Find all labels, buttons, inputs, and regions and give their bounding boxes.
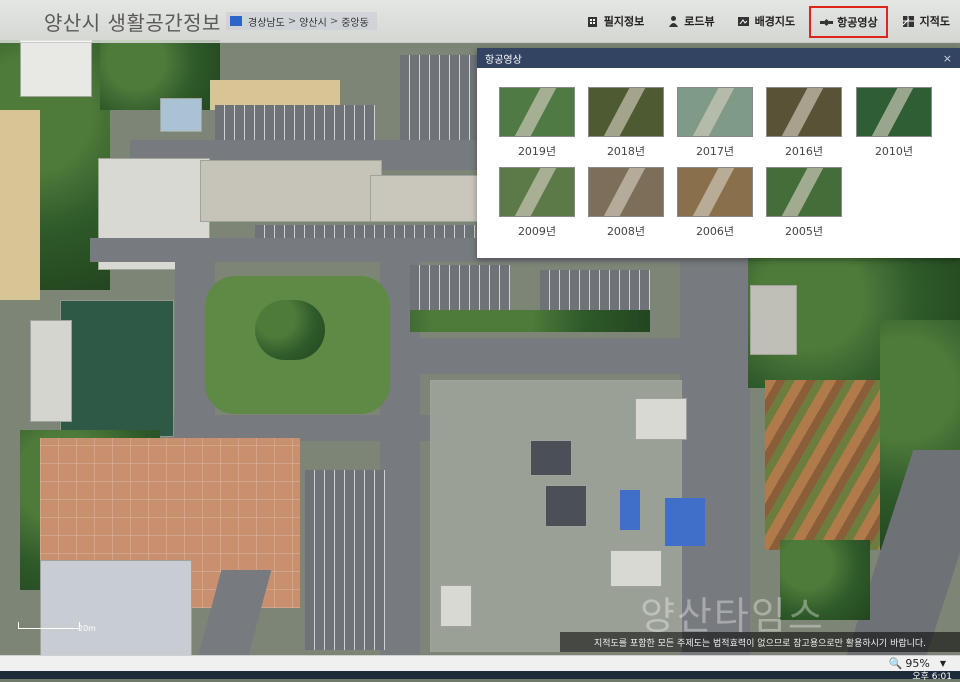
year-label: 2005년 — [784, 225, 824, 238]
taskbar: 오후 6:01 — [0, 671, 960, 682]
year-label: 2016년 — [784, 145, 824, 158]
chevron-right-icon: > — [329, 15, 339, 27]
tree-row — [410, 310, 650, 332]
year-label: 2006년 — [695, 225, 735, 238]
year-option[interactable]: 2016년 — [766, 87, 842, 159]
scale-bar — [18, 622, 80, 629]
chevron-right-icon: > — [287, 15, 297, 27]
toolbar: 필지정보 로드뷰 배경지도 항공영상 지적도 — [572, 6, 958, 38]
chevron-down-icon: ▼ — [939, 659, 946, 668]
roadview-button[interactable]: 로드뷰 — [658, 6, 722, 36]
scale-label: 20m — [78, 624, 96, 633]
road — [400, 338, 700, 374]
building — [545, 485, 587, 527]
building — [40, 560, 192, 655]
parking-lot — [540, 270, 650, 310]
legal-notice: 지적도를 포함한 모든 주제도는 법적효력이 없으므로 참고용으로만 활용하시기… — [560, 632, 960, 652]
aerial-thumbnail[interactable] — [856, 87, 932, 137]
aerial-thumbnail[interactable] — [499, 87, 575, 137]
aerial-thumbnail[interactable] — [588, 167, 664, 217]
building — [750, 285, 797, 355]
parcel-info-label: 필지정보 — [603, 15, 645, 28]
aerial-image-panel: 항공영상 × 2019년 2018년 2017년 2016년 2010년 2009년 200… — [477, 48, 960, 258]
close-icon[interactable]: × — [943, 52, 952, 65]
building-blue-roof — [620, 490, 640, 530]
panel-header: 항공영상 × — [477, 48, 960, 68]
bare-ground — [0, 110, 40, 300]
aerial-thumbnail[interactable] — [677, 87, 753, 137]
building-green-roof — [60, 300, 174, 437]
map-icon — [737, 14, 751, 28]
year-label: 2018년 — [606, 145, 646, 158]
breadcrumb-city[interactable]: 양산시 — [299, 14, 327, 29]
building — [610, 550, 662, 587]
year-option[interactable]: 2010년 — [856, 87, 932, 159]
satellite-icon — [819, 15, 833, 29]
aerial-thumbnail[interactable] — [677, 167, 753, 217]
parcel-info-button[interactable]: 필지정보 — [578, 6, 652, 36]
building — [160, 98, 202, 132]
cadastral-map-label: 지적도 — [919, 15, 950, 28]
breadcrumb-province[interactable]: 경상남도 — [248, 14, 285, 29]
parking-lot — [410, 265, 510, 310]
year-option[interactable]: 2018년 — [588, 87, 664, 159]
year-option[interactable]: 2019년 — [499, 87, 575, 159]
zoom-icon: 🔍 — [888, 657, 903, 670]
year-label: 2010년 — [874, 145, 914, 158]
aerial-thumbnail[interactable] — [588, 87, 664, 137]
breadcrumb-district[interactable]: 중앙동 — [341, 14, 369, 29]
background-map-button[interactable]: 배경지도 — [729, 6, 803, 36]
header-bar: 양산시 생활공간정보 경상남도 > 양산시 > 중앙동 필지정보 로드뷰 배경지… — [0, 0, 960, 43]
parking-lot — [400, 55, 478, 145]
year-option[interactable]: 2006년 — [677, 167, 753, 239]
aerial-image-button[interactable]: 항공영상 — [809, 6, 888, 38]
aerial-thumbnail[interactable] — [766, 167, 842, 217]
clock: 오후 6:01 — [912, 672, 952, 682]
year-option[interactable]: 2017년 — [677, 87, 753, 159]
roadview-label: 로드뷰 — [684, 15, 715, 28]
building — [370, 175, 480, 222]
year-option[interactable]: 2008년 — [588, 167, 664, 239]
building — [200, 160, 382, 222]
aerial-image-label: 항공영상 — [837, 16, 878, 29]
parcel-map-icon — [902, 14, 916, 28]
background-map-label: 배경지도 — [754, 15, 796, 28]
building-blue-roof — [665, 498, 705, 546]
building — [20, 40, 92, 97]
location-icon — [230, 16, 242, 26]
tree-cluster — [255, 300, 325, 360]
breadcrumb: 경상남도 > 양산시 > 중앙동 — [226, 12, 377, 30]
status-bar: 🔍 95% ▼ — [0, 655, 960, 672]
panel-title: 항공영상 — [485, 54, 522, 66]
aerial-thumbnail[interactable] — [499, 167, 575, 217]
aerial-thumbnail[interactable] — [766, 87, 842, 137]
building — [440, 585, 472, 627]
year-option[interactable]: 2009년 — [499, 167, 575, 239]
building — [635, 398, 687, 440]
app-title: 양산시 생활공간정보 — [44, 11, 221, 35]
building — [30, 320, 72, 422]
year-label: 2019년 — [517, 145, 557, 158]
building — [530, 440, 572, 476]
year-option[interactable]: 2005년 — [766, 167, 842, 239]
building-icon — [586, 14, 600, 28]
parking-lot — [305, 470, 385, 650]
year-label: 2008년 — [606, 225, 646, 238]
year-label: 2017년 — [695, 145, 735, 158]
person-icon — [666, 14, 680, 28]
year-label: 2009년 — [517, 225, 557, 238]
cadastral-map-button[interactable]: 지적도 — [894, 6, 958, 36]
